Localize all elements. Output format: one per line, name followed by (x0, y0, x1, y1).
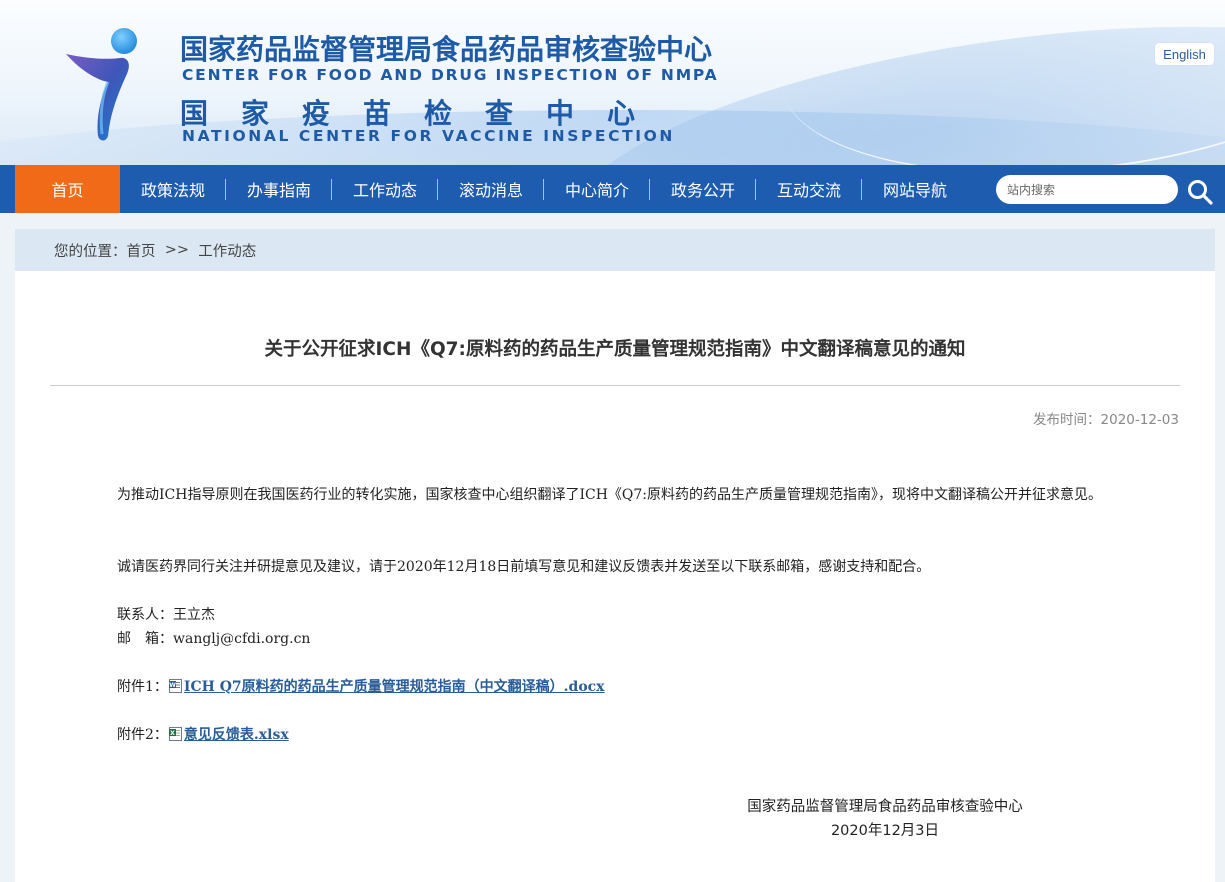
site-subtitle-en: NATIONAL CENTER FOR VACCINE INSPECTION (182, 127, 675, 145)
signature-block: 国家药品监督管理局食品药品审核查验中心 2020年12月3日 (655, 795, 1115, 843)
nav-item-home[interactable]: 首页 (15, 165, 120, 213)
word-doc-icon[interactable]: W (168, 678, 184, 694)
attachment-label: 附件2： (117, 727, 168, 743)
nav-item-rolling-news[interactable]: 滚动消息 (438, 165, 544, 213)
contact-name: 王立杰 (173, 607, 215, 623)
nav-item-guide[interactable]: 办事指南 (226, 165, 332, 213)
site-subtitle-zh: 国家疫苗检查中心 (180, 97, 669, 130)
site-title-en: CENTER FOR FOOD AND DRUG INSPECTION OF N… (182, 66, 719, 84)
attachment-label: 附件1： (117, 679, 168, 695)
article-panel: 关于公开征求ICH《Q7:原料药的药品生产质量管理规范指南》中文翻译稿意见的通知… (15, 271, 1215, 882)
main-nav: 首页 政策法规 办事指南 工作动态 滚动消息 中心简介 政务公开 互动交流 网站… (0, 165, 1225, 213)
attachment-2: 附件2： X 意见反馈表.xlsx (85, 723, 1145, 747)
cfdi-logo-icon[interactable] (62, 24, 142, 144)
attachment-link[interactable]: ICH Q7原料药的药品生产质量管理规范指南（中文翻译稿）.docx (184, 679, 605, 695)
site-header: 国家药品监督管理局食品药品审核查验中心 CENTER FOR FOOD AND … (0, 0, 1225, 165)
signature-date: 2020年12月3日 (830, 823, 940, 839)
nav-item-about[interactable]: 中心简介 (544, 165, 650, 213)
email-line: 邮 箱：wanglj@cfdi.org.cn (117, 627, 1145, 651)
breadcrumb-separator: >> (155, 242, 199, 258)
nav-item-label: 工作动态 (352, 181, 417, 200)
site-title-zh: 国家药品监督管理局食品药品审核查验中心 (180, 33, 713, 66)
signature-org: 国家药品监督管理局食品药品审核查验中心 (747, 799, 1023, 815)
nav-item-label: 政务公开 (670, 181, 735, 200)
english-link[interactable]: English (1155, 43, 1214, 65)
breadcrumb-current-link[interactable]: 工作动态 (198, 240, 256, 261)
header-decoration (769, 0, 1225, 165)
nav-item-interaction[interactable]: 互动交流 (756, 165, 862, 213)
nav-item-work-news[interactable]: 工作动态 (332, 165, 438, 213)
nav-item-site-map[interactable]: 网站导航 (862, 165, 968, 213)
contact-block: 联系人：王立杰 邮 箱：wanglj@cfdi.org.cn (85, 603, 1145, 651)
nav-item-policy[interactable]: 政策法规 (120, 165, 226, 213)
attachment-1: 附件1： W ICH Q7原料药的药品生产质量管理规范指南（中文翻译稿）.doc… (85, 675, 1145, 699)
svg-text:X: X (170, 730, 175, 737)
contact-line: 联系人：王立杰 (117, 603, 1145, 627)
excel-sheet-icon[interactable]: X (168, 726, 184, 742)
email-address[interactable]: wanglj@cfdi.org.cn (173, 631, 310, 647)
nav-item-label: 互动交流 (776, 181, 841, 200)
breadcrumb-prefix: 您的位置： (54, 243, 127, 260)
nav-item-label: 滚动消息 (458, 181, 523, 200)
article-paragraph-2: 诚请医药界同行关注并研提意见及建议，请于2020年12月18日前填写意见和建议反… (117, 559, 931, 575)
article-paragraph-1: 为推动ICH指导原则在我国医药行业的转化实施，国家核查中心组织翻译了ICH《Q7… (117, 487, 1102, 503)
attachment-link[interactable]: 意见反馈表.xlsx (184, 727, 289, 743)
contact-label: 联系人： (117, 607, 173, 623)
search-icon[interactable] (1186, 178, 1214, 206)
breadcrumb: 您的位置： 首页 >> 工作动态 (15, 229, 1215, 271)
nav-item-label: 中心简介 (564, 181, 629, 200)
breadcrumb-home-link[interactable]: 首页 (127, 240, 156, 261)
publish-time: 发布时间：2020-12-03 (1033, 412, 1179, 428)
nav-item-gov-affairs[interactable]: 政务公开 (650, 165, 756, 213)
svg-text:W: W (169, 682, 176, 689)
search-input[interactable] (996, 175, 1178, 204)
nav-item-label: 办事指南 (246, 181, 311, 200)
nav-item-label: 政策法规 (140, 181, 205, 200)
article-title: 关于公开征求ICH《Q7:原料药的药品生产质量管理规范指南》中文翻译稿意见的通知 (264, 339, 966, 360)
title-divider (50, 385, 1180, 386)
email-label: 邮 箱： (117, 631, 173, 647)
